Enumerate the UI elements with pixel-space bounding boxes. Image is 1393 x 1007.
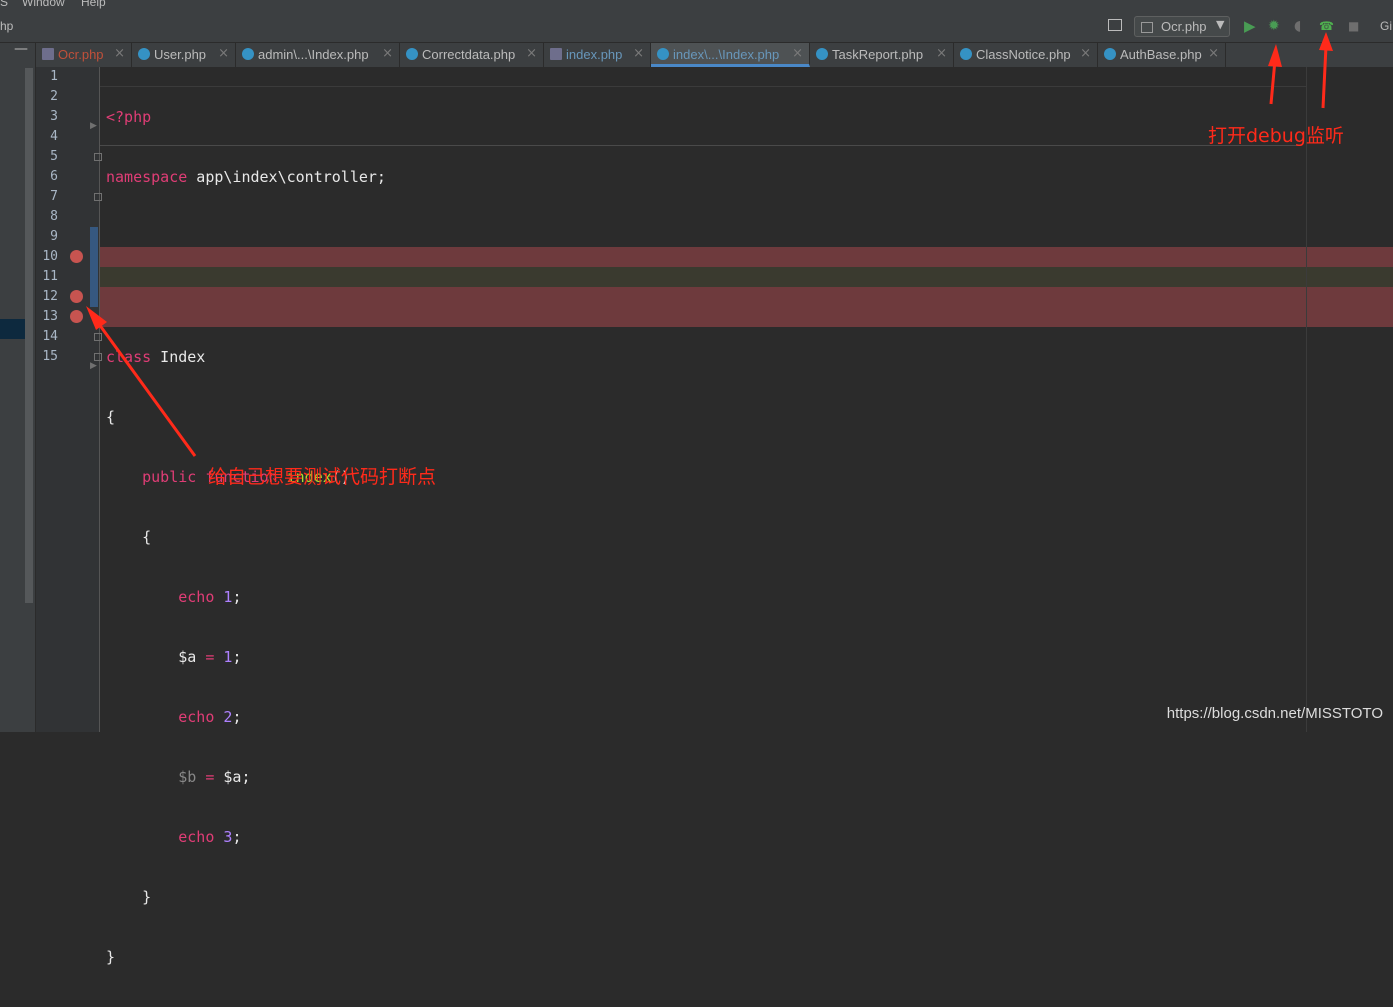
arrow-head bbox=[86, 306, 107, 330]
arrow-to-debug-icon bbox=[1269, 59, 1277, 105]
brace: } bbox=[106, 948, 116, 966]
semicolon: ; bbox=[232, 828, 242, 846]
arrow-to-listen-icon bbox=[1321, 45, 1328, 109]
variable: $b bbox=[178, 768, 197, 786]
brace: } bbox=[142, 888, 152, 906]
semicolon: ; bbox=[241, 768, 251, 786]
watermark: https://blog.csdn.net/MISSTOTO bbox=[1166, 705, 1383, 722]
operator: = bbox=[205, 768, 215, 786]
annotation-arrows bbox=[86, 32, 1333, 457]
code-line: echo 3; bbox=[106, 827, 386, 847]
keyword: echo bbox=[178, 828, 215, 846]
debug-listen-annotation: 打开debug监听 bbox=[1208, 125, 1344, 147]
code-line: } bbox=[106, 947, 386, 967]
number: 3 bbox=[223, 828, 233, 846]
arrow-to-breakpoints bbox=[94, 319, 197, 457]
variable: $a bbox=[223, 768, 242, 786]
breakpoint-annotation: 给自己想要测试代码打断点 bbox=[208, 466, 437, 488]
code-line: } bbox=[106, 887, 386, 907]
code-line: $b = $a; bbox=[106, 767, 386, 787]
arrow-head bbox=[1268, 44, 1282, 67]
arrow-head bbox=[1319, 32, 1333, 51]
